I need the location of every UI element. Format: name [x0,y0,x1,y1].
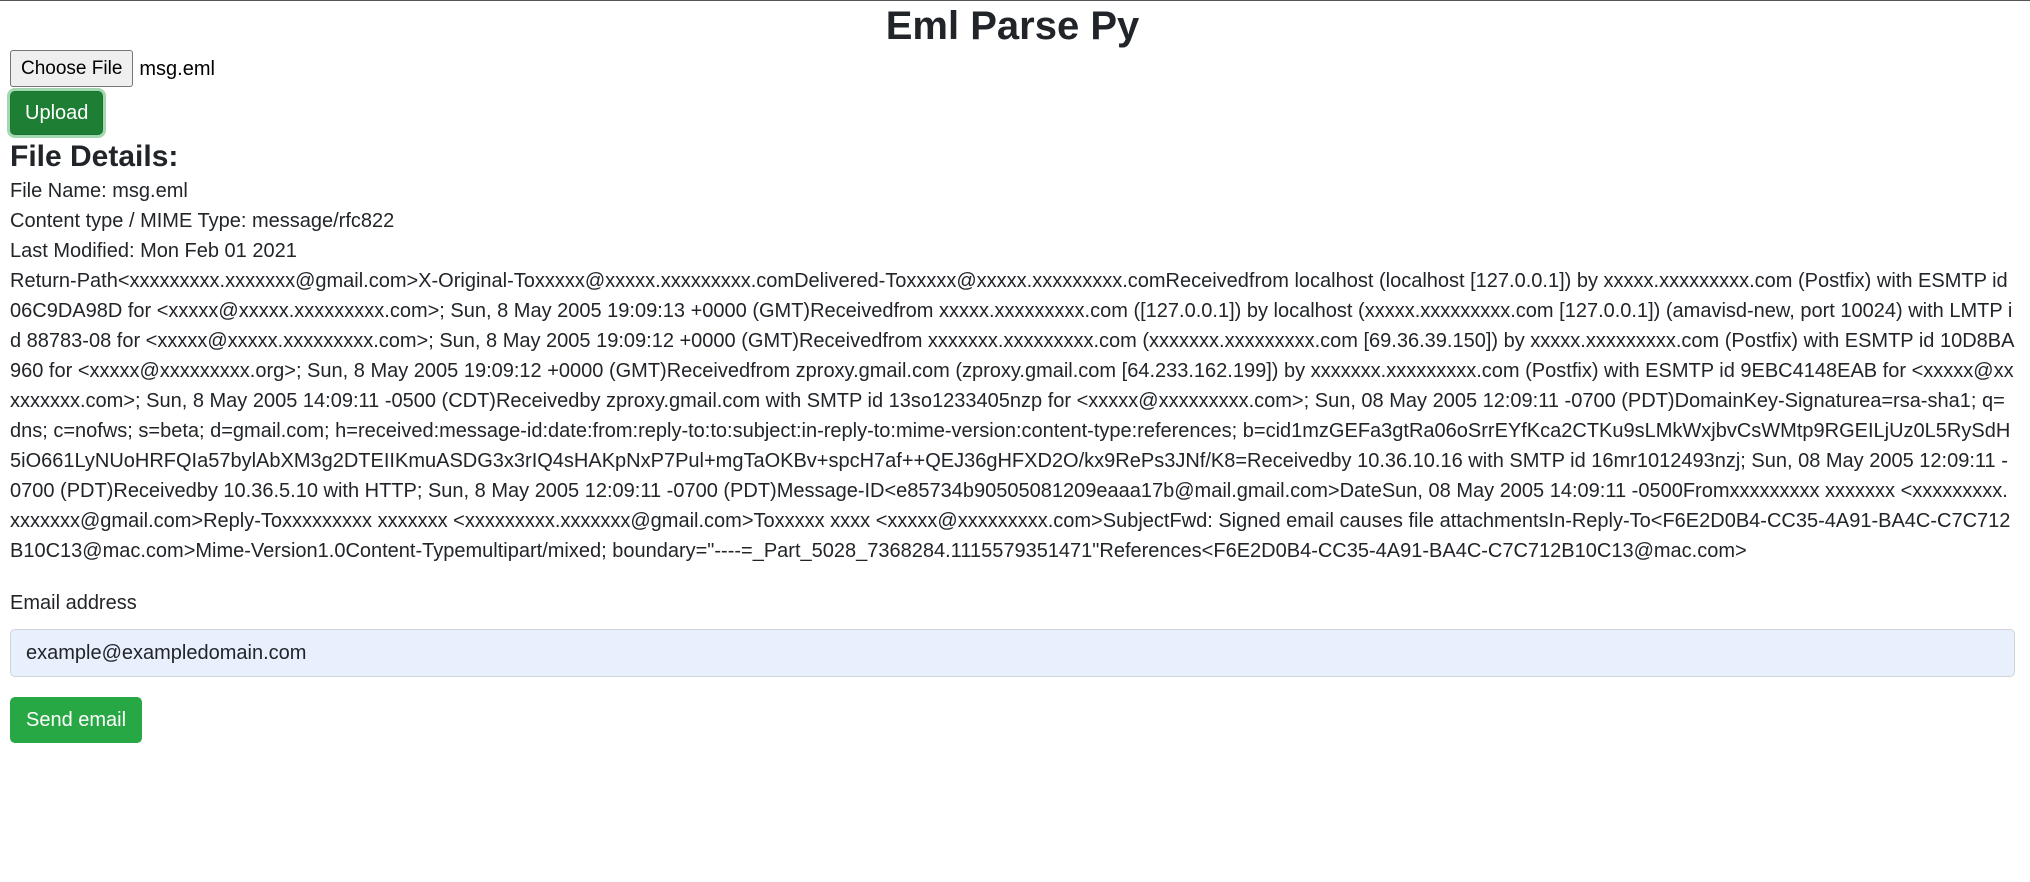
email-headers-text: Return-Path<xxxxxxxxx.xxxxxxx@gmail.com>… [10,270,2015,562]
last-modified-text: Last Modified: Mon Feb 01 2021 [10,240,297,262]
mime-type-text: Content type / MIME Type: message/rfc822 [10,210,395,232]
main-container: Eml Parse Py Choose File msg.eml Upload … [10,0,2015,743]
page-title: Eml Parse Py [885,4,1140,48]
file-picker-row: Choose File msg.eml [10,50,2015,87]
file-name-text: File Name: msg.eml [10,180,188,202]
upload-button[interactable]: Upload [10,91,104,135]
file-details-heading: File Details: [10,140,179,173]
chosen-file-name: msg.eml [139,57,215,80]
email-address-input[interactable] [10,629,2015,677]
email-address-label: Email address [10,592,137,614]
send-email-button[interactable]: Send email [10,697,143,743]
choose-file-button[interactable]: Choose File [10,50,134,87]
